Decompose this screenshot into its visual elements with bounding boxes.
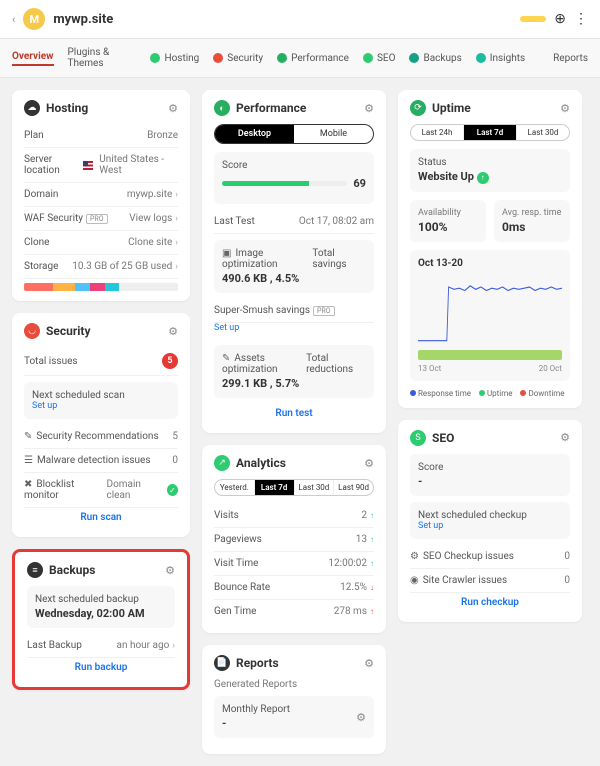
uptime-icon: ⟳ bbox=[410, 100, 426, 116]
run-checkup-button[interactable]: Run checkup bbox=[410, 593, 570, 612]
security-card: ◡Security⚙ Total issues5 Next scheduled … bbox=[12, 313, 190, 537]
bug-icon: ☰ bbox=[24, 455, 33, 466]
issues-badge: 5 bbox=[162, 353, 178, 369]
more-menu[interactable]: ⋮ bbox=[574, 11, 588, 27]
seo-card: SSEO⚙ Score- Next scheduled checkupSet u… bbox=[398, 420, 582, 622]
wordpress-icon[interactable]: ⊕ bbox=[554, 11, 566, 27]
last-backup-row[interactable]: Last Backupan hour ago› bbox=[27, 634, 175, 658]
site-avatar: M bbox=[23, 8, 45, 30]
analytics-range[interactable]: Yesterd.Last 7dLast 30dLast 90d bbox=[214, 479, 374, 496]
run-test-button[interactable]: Run test bbox=[214, 404, 374, 423]
perf-settings[interactable]: ⚙ bbox=[364, 102, 374, 115]
clone-row[interactable]: CloneClone site› bbox=[24, 231, 178, 255]
tab-backups[interactable]: Backups bbox=[409, 53, 461, 64]
reports-card: 📄Reports⚙ Generated Reports Monthly Repo… bbox=[202, 645, 386, 754]
asset-icon: ✎ bbox=[222, 353, 230, 364]
tab-performance[interactable]: Performance bbox=[277, 53, 349, 64]
storage-bar bbox=[24, 283, 178, 291]
backups-settings[interactable]: ⚙ bbox=[165, 564, 175, 577]
flag-us-icon bbox=[83, 161, 94, 170]
hosting-settings[interactable]: ⚙ bbox=[168, 102, 178, 115]
check-icon: ✓ bbox=[167, 484, 178, 496]
security-settings[interactable]: ⚙ bbox=[168, 325, 178, 338]
checkup-icon: ⚙ bbox=[410, 551, 419, 562]
status-pill bbox=[520, 16, 546, 22]
uptime-settings[interactable]: ⚙ bbox=[560, 102, 570, 115]
run-backup-button[interactable]: Run backup bbox=[27, 658, 175, 677]
image-icon: ▣ bbox=[222, 248, 231, 259]
blocklist-icon: ✖ bbox=[24, 479, 32, 490]
run-scan-button[interactable]: Run scan bbox=[24, 508, 178, 527]
shield-icon: ◡ bbox=[24, 323, 40, 339]
storage-row[interactable]: Storage10.3 GB of 25 GB used› bbox=[24, 255, 178, 279]
uptime-range[interactable]: Last 24hLast 7dLast 30d bbox=[410, 124, 570, 141]
uptime-chart: Oct 13-20 13 Oct20 Oct bbox=[410, 250, 570, 381]
device-toggle[interactable]: DesktopMobile bbox=[214, 124, 374, 144]
backups-card: ≡Backups⚙ Next scheduled backupWednesday… bbox=[12, 549, 190, 690]
up-arrow-icon: ↑ bbox=[477, 172, 489, 184]
monthly-report-settings[interactable]: ⚙ bbox=[356, 711, 366, 724]
seo-settings[interactable]: ⚙ bbox=[560, 431, 570, 444]
waf-row[interactable]: WAF SecurityPROView logs› bbox=[24, 207, 178, 231]
tab-seo[interactable]: SEO bbox=[363, 53, 396, 64]
reports-settings[interactable]: ⚙ bbox=[364, 657, 374, 670]
tab-overview[interactable]: Overview bbox=[12, 51, 54, 66]
gauge-icon: ◐ bbox=[214, 100, 230, 116]
smush-setup[interactable]: Set up bbox=[214, 323, 374, 339]
domain-row[interactable]: Domainmywp.site› bbox=[24, 183, 178, 207]
uptime-card: ⟳Uptime⚙ Last 24hLast 7dLast 30d StatusW… bbox=[398, 90, 582, 408]
backup-icon: ≡ bbox=[27, 562, 43, 578]
seo-icon: S bbox=[410, 430, 426, 446]
analytics-icon: ↗ bbox=[214, 455, 230, 471]
hosting-card: ☁Hosting⚙ PlanBronze Server locationUnit… bbox=[12, 90, 190, 301]
tab-plugins[interactable]: Plugins & Themes bbox=[68, 47, 137, 69]
tab-hosting[interactable]: Hosting bbox=[150, 53, 199, 64]
tab-insights[interactable]: Insights bbox=[476, 53, 525, 64]
seo-setup[interactable]: Set up bbox=[418, 521, 562, 531]
crawler-icon: ◉ bbox=[410, 575, 419, 586]
security-setup[interactable]: Set up bbox=[32, 401, 170, 411]
back-button[interactable]: ‹ bbox=[12, 13, 15, 26]
performance-card: ◐Performance⚙ DesktopMobile Score69 Last… bbox=[202, 90, 386, 433]
analytics-settings[interactable]: ⚙ bbox=[364, 457, 374, 470]
reports-icon: 📄 bbox=[214, 655, 230, 671]
site-name: mywp.site bbox=[53, 12, 113, 27]
analytics-card: ↗Analytics⚙ Yesterd.Last 7dLast 30dLast … bbox=[202, 445, 386, 633]
tab-reports[interactable]: Reports bbox=[553, 53, 588, 64]
cloud-icon: ☁ bbox=[24, 100, 40, 116]
tab-security[interactable]: Security bbox=[213, 53, 263, 64]
wand-icon: ✎ bbox=[24, 431, 32, 442]
